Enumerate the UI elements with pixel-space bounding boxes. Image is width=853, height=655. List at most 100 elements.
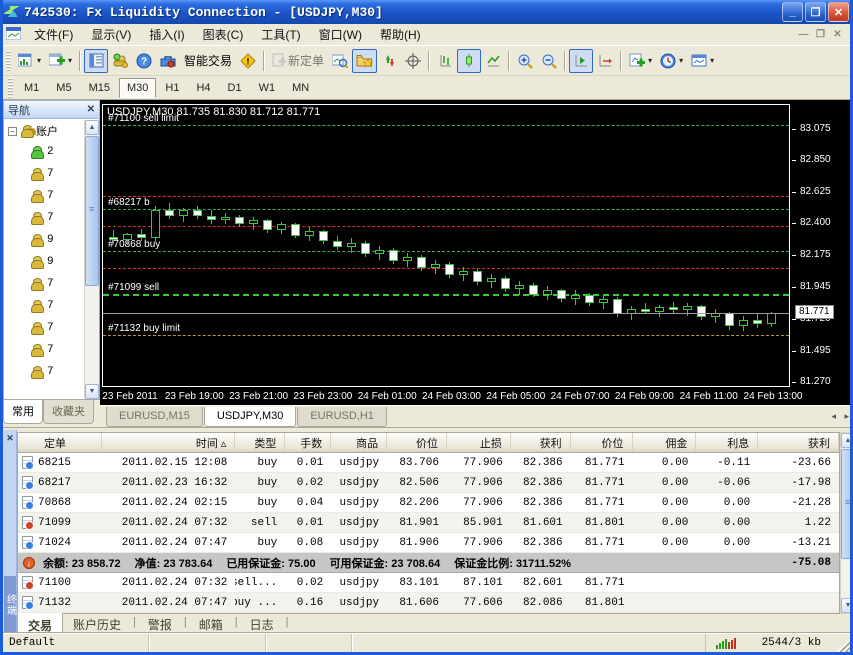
timeframe-m1[interactable]: M1 [16, 78, 47, 98]
table-row[interactable]: 68217 2011.02.23 16:32 buy 0.02 usdjpy 82.506… [18, 473, 839, 493]
menu-item[interactable]: 帮助(H) [371, 23, 430, 46]
bar-chart-button[interactable] [433, 49, 457, 73]
navigator-button[interactable] [108, 49, 132, 73]
templates-button[interactable]: ▾ [687, 49, 718, 73]
timeframe-m5[interactable]: M5 [48, 78, 79, 98]
table-row[interactable]: 70868 2011.02.24 02:15 buy 0.04 usdjpy 82.206… [18, 493, 839, 513]
column-header-7[interactable]: 获利 [511, 433, 571, 452]
navigator-scrollbar[interactable]: ▲ ▼ [84, 120, 99, 399]
scroll-down-icon[interactable]: ▼ [841, 598, 850, 613]
timeframe-h1[interactable]: H1 [157, 78, 187, 98]
ea-warning-button[interactable]: ! [236, 49, 260, 73]
minimize-button[interactable]: _ [782, 2, 803, 22]
status-profile[interactable]: Default [3, 634, 149, 652]
new-chart-button[interactable]: ▾ [14, 49, 45, 73]
scroll-up-icon[interactable]: ▲ [85, 120, 99, 135]
favorites-button[interactable] [352, 48, 378, 73]
mdi-close-icon[interactable]: ✕ [829, 27, 846, 42]
profiles-button[interactable]: ▾ [45, 49, 76, 73]
child-window-icon[interactable] [5, 26, 22, 43]
mdi-restore-icon[interactable]: ❐ [812, 27, 829, 42]
market-watch-button[interactable] [84, 48, 109, 73]
candlestick-chart-button[interactable] [457, 48, 482, 73]
expert-advisors-button[interactable]: 智能交易 [180, 49, 236, 73]
terminal-button[interactable] [156, 49, 180, 73]
navigator-tab-常用[interactable]: 常用 [3, 400, 43, 424]
menu-item[interactable]: 显示(V) [82, 23, 140, 46]
cell-7: 82.086 [523, 596, 563, 609]
chart-tab-USDJPY,M30[interactable]: USDJPY,M30 [203, 407, 297, 427]
auto-scroll-button[interactable] [569, 48, 594, 73]
menu-item[interactable]: 窗口(W) [310, 23, 371, 46]
terminal-close-icon[interactable]: ✕ [4, 432, 16, 444]
order-buy-icon [22, 456, 34, 470]
cell-8: 81.771 [584, 456, 625, 469]
scroll-down-icon[interactable]: ▼ [85, 384, 99, 399]
column-header-2[interactable]: 类型 [235, 433, 286, 452]
timeframe-m15[interactable]: M15 [81, 78, 118, 98]
chart-shift-button[interactable] [593, 49, 617, 73]
menu-item[interactable]: 插入(I) [140, 23, 193, 46]
table-row[interactable]: 71132 2011.02.24 07:47 buy ... 0.16 usdjpy 81… [18, 593, 839, 613]
column-header-6[interactable]: 止损 [447, 433, 511, 452]
column-header-10[interactable]: 利息 [696, 433, 759, 452]
timeframe-mn[interactable]: MN [284, 78, 317, 98]
toolbar-grip[interactable] [6, 50, 11, 71]
zoom-in-button[interactable] [513, 49, 537, 73]
collapse-icon[interactable]: − [8, 126, 17, 136]
zoom-out-button[interactable] [537, 49, 561, 73]
restore-button[interactable]: ❐ [805, 2, 826, 22]
chart-tab-EURUSD,M15[interactable]: EURUSD,M15 [106, 407, 203, 427]
line-chart-button[interactable] [481, 49, 505, 73]
navigator-tab-收藏夹[interactable]: 收藏夹 [43, 400, 94, 424]
terminal-scrollbar[interactable]: ▲ ▼ [840, 432, 850, 614]
indicators-button[interactable]: ▾ [625, 49, 656, 73]
crosshair-icon [405, 52, 422, 69]
refresh-quotes-button[interactable] [377, 49, 401, 73]
timeframe-d1[interactable]: D1 [220, 78, 250, 98]
cell-4: usdjpy [339, 596, 380, 609]
time-axis[interactable]: 23 Feb 2011 23 Feb 19:00 23 Feb 21:00 23 Fe… [102, 389, 802, 404]
cell-5: 82.206 [399, 496, 439, 509]
column-header-11[interactable]: 获利 [758, 433, 839, 452]
table-row[interactable]: 68215 2011.02.15 12:08 buy 0.01 usdjpy 83.706… [18, 453, 839, 473]
menu-item[interactable]: 图表(C) [194, 23, 253, 46]
column-header-8[interactable]: 价位 [571, 433, 633, 452]
column-header-3[interactable]: 手数 [285, 433, 332, 452]
new-order-button[interactable]: 新定单 [268, 49, 328, 73]
scroll-thumb[interactable] [841, 449, 850, 559]
chart-plot[interactable]: USDJPY,M30 81.735 81.830 81.712 81.771 #… [102, 104, 790, 387]
column-header-5[interactable]: 价位 [387, 433, 447, 452]
favorites-folder-icon [356, 55, 374, 68]
timeframe-w1[interactable]: W1 [251, 78, 284, 98]
timeframe-h4[interactable]: H4 [188, 78, 218, 98]
cell-9: 0.00 [661, 476, 689, 489]
toolbar-grip[interactable] [8, 77, 13, 98]
navigator-close-icon[interactable]: ✕ [87, 104, 95, 115]
menu-item[interactable]: 工具(T) [252, 23, 309, 46]
close-button[interactable]: ✕ [828, 2, 849, 22]
table-row[interactable]: 71099 2011.02.24 07:32 sell 0.01 usdjpy 81.90… [18, 513, 839, 533]
menu-item[interactable]: 文件(F) [25, 23, 82, 46]
data-window-button[interactable]: ? [132, 49, 156, 73]
column-header-4[interactable]: 商品 [331, 433, 388, 452]
price-axis[interactable]: 83.075 82.850 82.625 82.400 82.175 81.945 81.7… [792, 104, 850, 387]
periods-button[interactable]: ▾ [656, 49, 687, 73]
column-header-1[interactable]: 时间 ▵ [102, 433, 236, 452]
scroll-thumb[interactable] [85, 136, 99, 286]
order-line-label: #71132 buy limit [108, 322, 181, 334]
crosshair-button[interactable] [401, 49, 425, 73]
chart-tab-EURUSD,H1[interactable]: EURUSD,H1 [297, 407, 387, 427]
table-row[interactable]: 71100 2011.02.24 07:32 sell... 0.02 usdjpy 83… [18, 573, 839, 593]
strategy-tester-button[interactable] [328, 49, 352, 73]
resize-grip[interactable] [837, 639, 850, 652]
cell-10: -0.06 [717, 476, 751, 489]
scroll-up-icon[interactable]: ▲ [841, 433, 850, 448]
chart-tab-scroll-arrows[interactable]: ◂ ▸ [831, 411, 850, 427]
terminal-vertical-caption[interactable]: 终端 [4, 576, 16, 634]
timeframe-m30[interactable]: M30 [118, 77, 157, 98]
column-header-0[interactable]: 定单 [18, 433, 102, 452]
column-header-9[interactable]: 佣金 [633, 433, 697, 452]
mdi-minimize-icon[interactable]: — [795, 27, 812, 42]
table-row[interactable]: 71024 2011.02.24 07:47 buy 0.08 usdjpy 81.906… [18, 533, 839, 553]
